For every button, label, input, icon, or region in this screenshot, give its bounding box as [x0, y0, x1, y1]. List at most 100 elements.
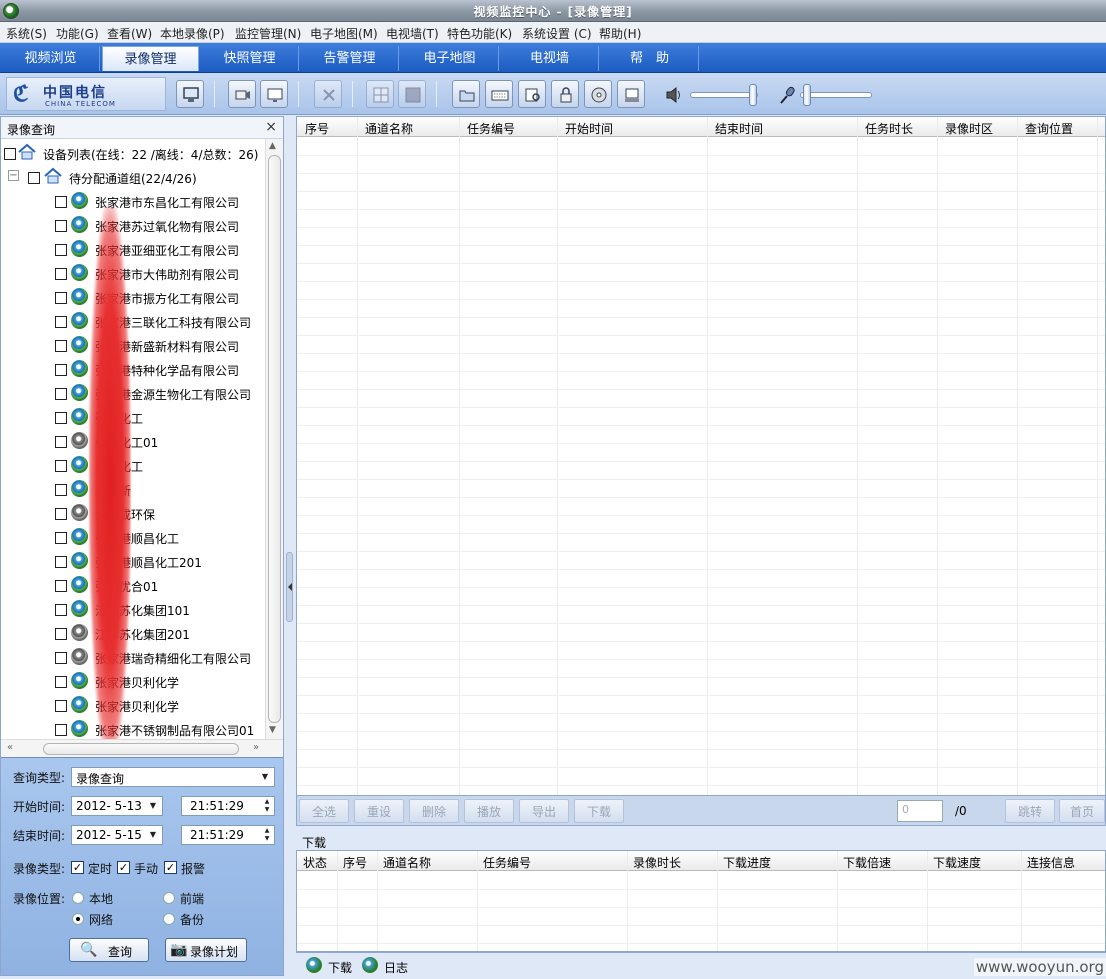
- tab-record-manage[interactable]: 录像管理: [102, 46, 199, 71]
- device-checkbox[interactable]: [55, 508, 67, 520]
- spin-down-icon[interactable]: ▼: [262, 806, 272, 814]
- search-button[interactable]: 🔍 查询: [69, 938, 149, 962]
- dl-col-status[interactable]: 状态: [303, 854, 327, 871]
- tab-tvwall[interactable]: 电视墙: [501, 46, 599, 71]
- menu-monitor-manage[interactable]: 监控管理(N): [235, 25, 301, 42]
- dl-col-channel[interactable]: 通道名称: [383, 854, 431, 871]
- menu-system[interactable]: 系统(S): [6, 25, 47, 42]
- dl-col-progress[interactable]: 下载进度: [723, 854, 771, 871]
- collapse-icon[interactable]: −: [8, 170, 19, 181]
- layout-button[interactable]: [366, 80, 394, 108]
- device-checkbox[interactable]: [55, 652, 67, 664]
- start-date-picker[interactable]: 2012- 5-13 ▼: [71, 796, 163, 816]
- lock-button[interactable]: [551, 80, 579, 108]
- root-checkbox[interactable]: [4, 148, 16, 160]
- tree-device-item[interactable]: 张家港贝利化学: [1, 693, 265, 717]
- tree-device-item[interactable]: 张家港不锈钢制品有限公司01: [1, 717, 265, 739]
- chevron-down-icon[interactable]: ▼: [146, 828, 160, 842]
- device-checkbox[interactable]: [55, 268, 67, 280]
- scroll-up-icon[interactable]: ▲: [269, 141, 276, 151]
- end-date-picker[interactable]: 2012- 5-15 ▼: [71, 825, 163, 845]
- tab-help[interactable]: 帮 助: [601, 46, 699, 71]
- tree-group[interactable]: − 待分配通道组(22/4/26): [1, 165, 265, 189]
- page-number-input[interactable]: 0: [897, 800, 943, 822]
- dl-col-task-id[interactable]: 任务编号: [483, 854, 531, 871]
- first-page-button[interactable]: 首页: [1059, 799, 1105, 823]
- screen-button[interactable]: [260, 80, 288, 108]
- tree-device-item[interactable]: 张家港苏过氧化物有限公司: [1, 213, 265, 237]
- scroll-down-icon[interactable]: ▼: [269, 725, 276, 735]
- device-checkbox[interactable]: [55, 436, 67, 448]
- device-checkbox[interactable]: [55, 484, 67, 496]
- jump-button[interactable]: 跳转: [1005, 799, 1055, 823]
- menu-settings[interactable]: 系统设置 (C): [522, 25, 592, 42]
- menu-emap[interactable]: 电子地图(M): [310, 25, 378, 42]
- device-checkbox[interactable]: [55, 700, 67, 712]
- location-front-radio[interactable]: [163, 892, 175, 904]
- device-checkbox[interactable]: [55, 316, 67, 328]
- tree-device-item[interactable]: 张家港新盛新材料有限公司: [1, 333, 265, 357]
- scroll-right-icon[interactable]: »: [253, 742, 259, 753]
- tree-device-item[interactable]: 江苏苏化集团201: [1, 621, 265, 645]
- folder-button[interactable]: [452, 80, 480, 108]
- volume-slider-thumb[interactable]: [749, 84, 757, 106]
- col-start-time[interactable]: 开始时间: [565, 120, 613, 137]
- tree-hscroll-thumb[interactable]: [43, 743, 239, 755]
- col-duration[interactable]: 任务时长: [865, 120, 913, 137]
- device-checkbox[interactable]: [55, 724, 67, 736]
- tree-device-item[interactable]: 江苏苏化集团101: [1, 597, 265, 621]
- microphone-icon[interactable]: [778, 85, 798, 105]
- device-checkbox[interactable]: [55, 556, 67, 568]
- device-checkbox[interactable]: [55, 388, 67, 400]
- play-button[interactable]: 播放: [464, 799, 514, 823]
- tab-download[interactable]: 下载: [306, 956, 356, 976]
- end-time-spinner[interactable]: 21:51:29 ▲ ▼: [181, 825, 275, 845]
- dl-col-index[interactable]: 序号: [343, 854, 367, 871]
- spin-up-icon[interactable]: ▲: [262, 798, 272, 806]
- menu-help[interactable]: 帮助(H): [599, 25, 641, 42]
- dl-col-speed-ratio[interactable]: 下载倍速: [843, 854, 891, 871]
- device-checkbox[interactable]: [55, 532, 67, 544]
- speaker-icon[interactable]: [664, 85, 684, 105]
- col-index[interactable]: 序号: [305, 120, 329, 137]
- close-icon[interactable]: ×: [265, 119, 277, 135]
- scroll-left-icon[interactable]: «: [7, 742, 13, 753]
- tree-device-item[interactable]: 张家港顺昌化工201: [1, 549, 265, 573]
- menu-tvwall[interactable]: 电视墙(T): [386, 25, 439, 42]
- tree-horizontal-scrollbar[interactable]: « »: [1, 739, 283, 757]
- col-task-id[interactable]: 任务编号: [467, 120, 515, 137]
- tree-device-item[interactable]: 张家港瑞奇精细化工有限公司: [1, 645, 265, 669]
- tab-video-browse[interactable]: 视频浏览: [2, 46, 100, 71]
- disc-button[interactable]: [584, 80, 612, 108]
- device-checkbox[interactable]: [55, 220, 67, 232]
- chevron-down-icon[interactable]: ▼: [258, 770, 272, 784]
- tree-device-item[interactable]: 张家化工: [1, 405, 265, 429]
- tree-device-item[interactable]: 澳合成环保: [1, 501, 265, 525]
- monitor-button[interactable]: [176, 80, 204, 108]
- panel-splitter[interactable]: [285, 116, 295, 976]
- tree-root[interactable]: 设备列表(在线：22 /离线：4/总数：26): [1, 141, 265, 165]
- col-end-time[interactable]: 结束时间: [715, 120, 763, 137]
- col-query-location[interactable]: 查询位置: [1025, 120, 1073, 137]
- close-all-button[interactable]: [314, 80, 342, 108]
- device-checkbox[interactable]: [55, 292, 67, 304]
- tab-snapshot-manage[interactable]: 快照管理: [201, 46, 299, 71]
- tree-device-item[interactable]: 张家港市振方化工有限公司: [1, 285, 265, 309]
- tree-device-item[interactable]: 张家港特种化学品有限公司: [1, 357, 265, 381]
- tab-log[interactable]: 日志: [362, 956, 418, 976]
- tree-device-item[interactable]: 张家港金源生物化工有限公司: [1, 381, 265, 405]
- menu-view[interactable]: 查看(W): [107, 25, 152, 42]
- device-checkbox[interactable]: [55, 460, 67, 472]
- tree-device-item[interactable]: 亚细新: [1, 477, 265, 501]
- mic-slider[interactable]: [800, 84, 872, 106]
- tree-device-item[interactable]: 张家化工01: [1, 429, 265, 453]
- record-type-alarm-checkbox[interactable]: ✓: [164, 861, 177, 874]
- delete-button[interactable]: 删除: [409, 799, 459, 823]
- record-search-button[interactable]: [518, 80, 546, 108]
- spin-down-icon[interactable]: ▼: [262, 835, 272, 843]
- tree-vertical-scrollbar[interactable]: ▲ ▼: [265, 139, 283, 739]
- tree-device-item[interactable]: 张家优合01: [1, 573, 265, 597]
- device-checkbox[interactable]: [55, 364, 67, 376]
- location-network-radio[interactable]: [72, 913, 84, 925]
- tree-device-item[interactable]: 张家港三联化工科技有限公司: [1, 309, 265, 333]
